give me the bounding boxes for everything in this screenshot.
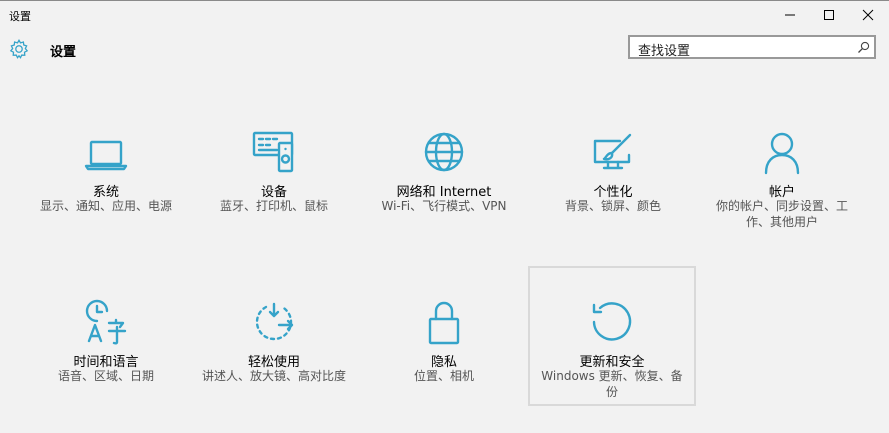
- tile-desc: 背景、锁屏、颜色: [564, 199, 661, 213]
- tile-personalization[interactable]: 个性化 背景、锁屏、颜色: [529, 129, 697, 263]
- globe-icon: [424, 132, 464, 172]
- tile-desc: 蓝牙、打印机、鼠标: [219, 199, 328, 213]
- tile-desc: Wi-Fi、飞行模式、VPN: [381, 199, 507, 213]
- window-title: 设置: [9, 10, 31, 23]
- search-placeholder: 查找设置: [638, 44, 691, 59]
- tile-network[interactable]: 网络和 Internet Wi-Fi、飞行模式、VPN: [360, 129, 528, 263]
- paint-icon: [593, 133, 632, 170]
- person-icon: [764, 132, 800, 175]
- tile-privacy[interactable]: 隐私 位置、相机: [360, 299, 528, 433]
- update-icon: [592, 302, 632, 341]
- search-input[interactable]: 查找设置: [628, 35, 876, 59]
- tile-time-language[interactable]: 时间和语言 语音、区域、日期: [22, 299, 190, 433]
- tile-accounts[interactable]: 帐户 你的帐户、同步设置、工作、其他用户: [698, 129, 866, 263]
- close-button[interactable]: [847, 1, 889, 29]
- tile-desc: 位置、相机: [413, 369, 474, 383]
- tile-desc: 讲述人、放大镜、高对比度: [201, 369, 346, 383]
- laptop-icon: [84, 140, 128, 171]
- tile-ease-of-access[interactable]: 轻松使用 讲述人、放大镜、高对比度: [190, 299, 358, 433]
- tile-desc: 你的帐户、同步设置、工作、其他用户: [715, 199, 848, 229]
- ease-of-access-icon: [255, 302, 294, 341]
- minimize-button[interactable]: [769, 1, 811, 29]
- tile-update-security[interactable]: 更新和安全 Windows 更新、恢复、备份: [528, 266, 696, 406]
- gear-icon: [9, 38, 29, 59]
- page-title: 设置: [50, 45, 77, 60]
- minimize-icon: [785, 14, 795, 16]
- tile-desc: 显示、通知、应用、电源: [39, 199, 172, 213]
- maximize-button[interactable]: [808, 1, 850, 29]
- lock-icon: [428, 301, 460, 345]
- time-language-icon: [85, 299, 127, 345]
- tile-devices[interactable]: 设备 蓝牙、打印机、鼠标: [190, 129, 358, 263]
- title-bar: 设置: [0, 1, 889, 31]
- close-icon: [862, 9, 874, 21]
- devices-icon: [252, 131, 294, 173]
- tile-desc: 语音、区域、日期: [57, 369, 154, 383]
- tile-desc: Windows 更新、恢复、备份: [541, 369, 683, 399]
- tile-system[interactable]: 系统 显示、通知、应用、电源: [22, 129, 190, 263]
- search-icon[interactable]: [857, 41, 870, 54]
- maximize-icon: [824, 10, 834, 20]
